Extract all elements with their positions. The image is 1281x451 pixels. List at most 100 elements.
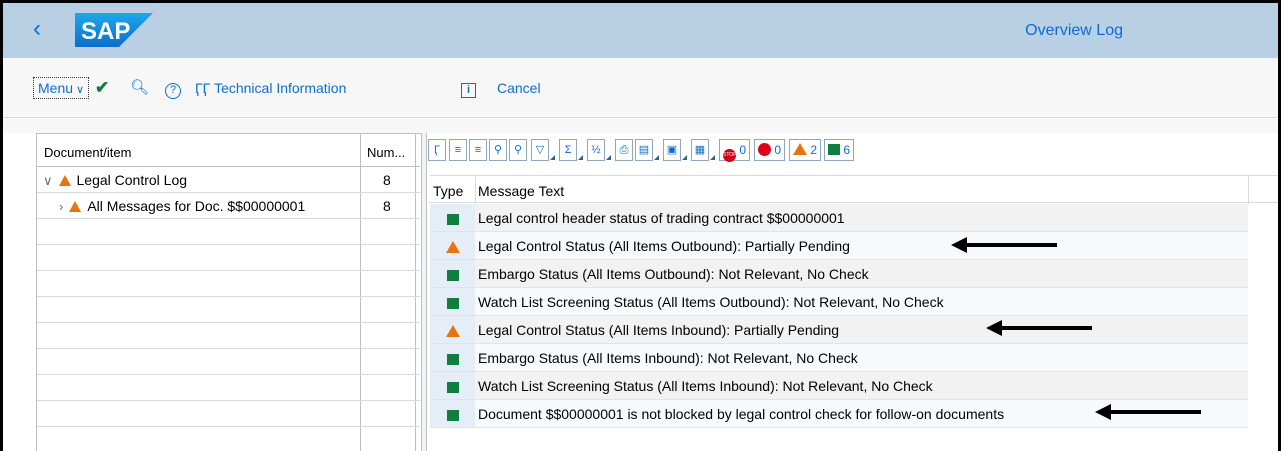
warning-icon	[69, 201, 82, 212]
magnifier-icon[interactable]: 🔍︎	[130, 75, 149, 101]
type-cell	[430, 204, 475, 231]
chevron-right-icon[interactable]: ›	[59, 199, 63, 214]
panel-splitter[interactable]	[421, 133, 427, 451]
tree-node-count: 8	[383, 198, 391, 214]
error-icon	[758, 143, 771, 156]
page-title: Overview Log	[1025, 22, 1123, 39]
logo-text: SAP	[81, 18, 130, 45]
help-icon[interactable]: ?	[165, 75, 181, 101]
sort-descending-icon[interactable]: ≡	[469, 139, 487, 161]
annotation-arrow	[1095, 404, 1201, 420]
menu-button[interactable]: Menu ∨	[33, 77, 90, 99]
column-num[interactable]: Num...	[367, 145, 405, 160]
tree-node-label: All Messages for Doc. $$00000001	[87, 198, 306, 214]
chevron-down-icon[interactable]: ∨	[43, 173, 53, 188]
message-text: Embargo Status (All Items Inbound): Not …	[478, 350, 858, 366]
success-icon	[446, 382, 459, 393]
tree-header: Document/item Num...	[37, 134, 420, 167]
success-icon	[446, 354, 459, 365]
stop-count: 0	[739, 143, 747, 157]
warning-count: 2	[810, 143, 818, 157]
list-item	[37, 219, 420, 245]
glasses-icon: ӶӶ	[195, 80, 211, 96]
stop-icon: STOP	[723, 149, 737, 162]
back-icon[interactable]: ‹	[33, 17, 57, 43]
list-item	[37, 375, 420, 401]
grid-header: Type Message Text	[430, 175, 1278, 204]
message-text: Embargo Status (All Items Outbound): Not…	[478, 266, 869, 282]
annotation-arrow	[986, 320, 1092, 336]
find-next-icon[interactable]: ⚲	[509, 139, 527, 161]
success-icon	[446, 298, 459, 309]
table-row[interactable]: Document $$00000001 is not blocked by le…	[430, 400, 1248, 428]
message-text: Legal Control Status (All Items Outbound…	[478, 238, 850, 254]
message-text: Document $$00000001 is not blocked by le…	[478, 406, 1005, 422]
error-filter-button[interactable]: 0	[754, 139, 786, 161]
column-message-text[interactable]: Message Text	[478, 183, 564, 199]
type-cell	[430, 400, 475, 427]
filter-icon[interactable]: ▽	[531, 139, 555, 161]
tree-node-all-messages[interactable]: › All Messages for Doc. $$00000001 8	[37, 193, 420, 219]
list-item	[37, 297, 420, 323]
annotation-arrow	[951, 237, 1057, 253]
sap-window: ‹ SAP Overview Log Menu ∨ ✔ 🔍︎ ? ӶӶ Techn…	[0, 0, 1281, 451]
type-cell	[430, 232, 475, 259]
table-row[interactable]: Embargo Status (All Items Inbound): Not …	[430, 344, 1248, 372]
table-row[interactable]: Watch List Screening Status (All Items O…	[430, 288, 1248, 316]
column-divider	[475, 176, 476, 204]
info-icon[interactable]: i	[461, 75, 476, 101]
content-gap	[3, 119, 1278, 133]
print-icon[interactable]: ⎙	[615, 139, 633, 161]
chevron-down-icon: ∨	[76, 84, 85, 96]
message-text: Watch List Screening Status (All Items I…	[478, 378, 933, 394]
success-count: 6	[843, 143, 851, 157]
sum-icon[interactable]: Σ	[559, 139, 583, 161]
menu-label: Menu	[38, 80, 74, 96]
column-document-item[interactable]: Document/item	[44, 145, 131, 160]
warning-icon	[793, 143, 807, 155]
list-item	[37, 349, 420, 375]
print-preview-icon[interactable]: ▤	[635, 139, 659, 161]
app-toolbar: Menu ∨ ✔ 🔍︎ ? ӶӶ Technical Information i …	[3, 58, 1278, 118]
layout-icon[interactable]: ▦	[691, 139, 715, 161]
find-icon[interactable]: ⚲	[489, 139, 507, 161]
sap-logo: SAP	[75, 13, 153, 47]
details-icon[interactable]: Ӷ	[428, 139, 446, 161]
export-icon[interactable]: ▣	[663, 139, 687, 161]
error-count: 0	[774, 143, 782, 157]
tree-node-label: Legal Control Log	[76, 172, 188, 188]
type-cell	[430, 316, 475, 343]
tree-node-count: 8	[383, 172, 391, 188]
success-icon	[446, 410, 459, 421]
type-cell	[430, 344, 475, 371]
table-row[interactable]: Legal Control Status (All Items Inbound)…	[430, 316, 1248, 344]
technical-information-button[interactable]: ӶӶ Technical Information	[195, 75, 346, 101]
stop-filter-button[interactable]: STOP 0	[719, 139, 751, 162]
shell-bar: ‹ SAP Overview Log	[3, 3, 1278, 58]
message-panel: Ӷ ≡ ≡ ⚲ ⚲ ▽ Σ ½ ⎙ ▤ ▣ ▦ STOP 0 0 2 6 Typ…	[428, 133, 1278, 451]
success-filter-button[interactable]: 6	[824, 139, 855, 161]
message-text: Legal Control Status (All Items Inbound)…	[478, 322, 840, 338]
success-icon	[828, 144, 840, 155]
cancel-button[interactable]: Cancel	[497, 75, 541, 101]
tree-node-legal-control-log[interactable]: ∨ Legal Control Log 8	[37, 167, 420, 193]
type-cell	[430, 288, 475, 315]
success-icon	[446, 270, 459, 281]
subtotal-icon[interactable]: ½	[587, 139, 611, 161]
table-row[interactable]: Legal Control Status (All Items Outbound…	[430, 232, 1248, 260]
technical-information-label: Technical Information	[214, 80, 347, 96]
table-row[interactable]: Watch List Screening Status (All Items I…	[430, 372, 1248, 400]
column-type[interactable]: Type	[433, 183, 463, 199]
document-tree: Document/item Num... ∨ Legal Control Log …	[36, 133, 421, 451]
table-row[interactable]: Legal control header status of trading c…	[430, 204, 1248, 232]
table-row[interactable]: Embargo Status (All Items Outbound): Not…	[430, 260, 1248, 288]
check-icon[interactable]: ✔	[95, 75, 109, 101]
type-cell	[430, 260, 475, 287]
sort-ascending-icon[interactable]: ≡	[449, 139, 467, 161]
message-text: Legal control header status of trading c…	[478, 210, 845, 226]
warning-icon	[58, 175, 71, 186]
list-item	[37, 271, 420, 297]
warning-filter-button[interactable]: 2	[789, 139, 822, 161]
list-item	[37, 427, 420, 451]
success-icon	[446, 214, 459, 225]
